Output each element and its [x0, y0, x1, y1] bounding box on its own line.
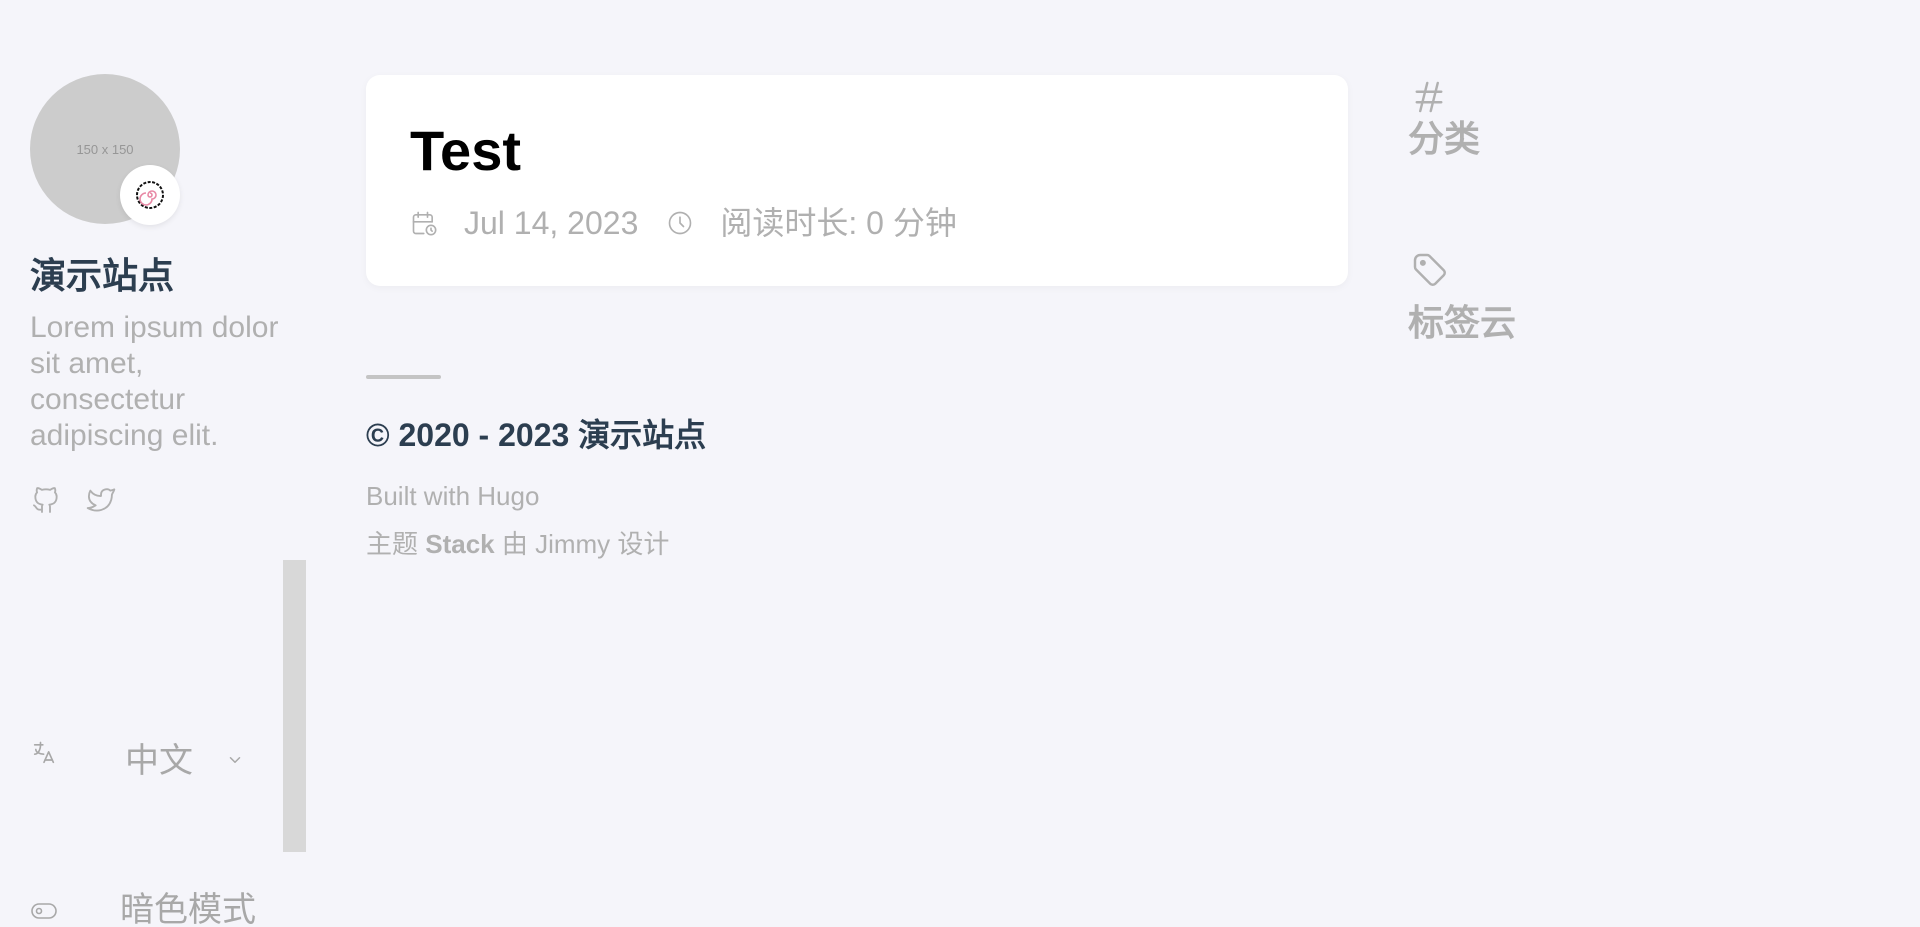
language-selector[interactable]: 中文	[30, 737, 270, 812]
post-card[interactable]: Test Jul 14, 2023 阅读时长: 0 分钟	[366, 75, 1348, 286]
toggle-icon	[30, 900, 60, 927]
dark-mode-label[interactable]: 暗色模式	[120, 890, 256, 927]
post-date: Jul 14, 2023	[464, 205, 639, 241]
narutomaki-icon	[136, 181, 164, 209]
github-icon[interactable]	[30, 484, 64, 518]
tags-widget: 标签云	[1408, 248, 1516, 344]
left-sidebar: 150 x 150 演示站点 Lorem ipsum dolor sit ame…	[30, 74, 300, 518]
categories-label: 分类	[1408, 118, 1481, 159]
copyright-site-name[interactable]: 演示站点	[578, 417, 706, 453]
categories-widget: 分类	[1408, 76, 1480, 160]
tags-label: 标签云	[1408, 302, 1517, 343]
footer-divider	[366, 375, 441, 379]
clock-icon	[666, 209, 694, 237]
theme-credit: 主题 Stack 由 Jimmy 设计	[366, 528, 669, 560]
site-name[interactable]: 演示站点	[30, 254, 300, 298]
sidebar-bottom-menu: 中文 暗色模式	[30, 737, 270, 927]
social-links	[30, 484, 300, 518]
copyright-years: © 2020 - 2023	[366, 417, 579, 453]
avatar-placeholder-text: 150 x 150	[76, 141, 134, 157]
copyright: © 2020 - 2023 演示站点	[366, 415, 706, 455]
site-description: Lorem ipsum dolor sit amet, consectetur …	[30, 311, 279, 452]
theme-prefix: 主题	[366, 529, 426, 559]
post-meta: Jul 14, 2023 阅读时长: 0 分钟	[410, 205, 957, 241]
theme-suffix: 由 Jimmy 设计	[494, 529, 670, 559]
theme-name-link[interactable]: Stack	[425, 529, 494, 559]
tag-icon	[1408, 248, 1450, 290]
avatar-container[interactable]: 150 x 150	[30, 74, 180, 225]
built-with-hugo[interactable]: Built with Hugo	[366, 480, 539, 512]
reading-time: 阅读时长: 0 分钟	[720, 205, 957, 241]
twitter-icon[interactable]	[84, 484, 118, 518]
dark-mode-toggle[interactable]: 暗色模式	[30, 812, 270, 927]
hash-icon	[1408, 76, 1450, 118]
language-icon	[30, 739, 60, 769]
calendar-time-icon	[410, 209, 438, 237]
post-title[interactable]: Test	[410, 119, 521, 183]
emoji-badge	[120, 165, 180, 225]
sidebar-scrollbar[interactable]	[283, 560, 306, 852]
language-label[interactable]: 中文	[125, 741, 193, 781]
chevron-down-icon[interactable]	[226, 751, 244, 769]
